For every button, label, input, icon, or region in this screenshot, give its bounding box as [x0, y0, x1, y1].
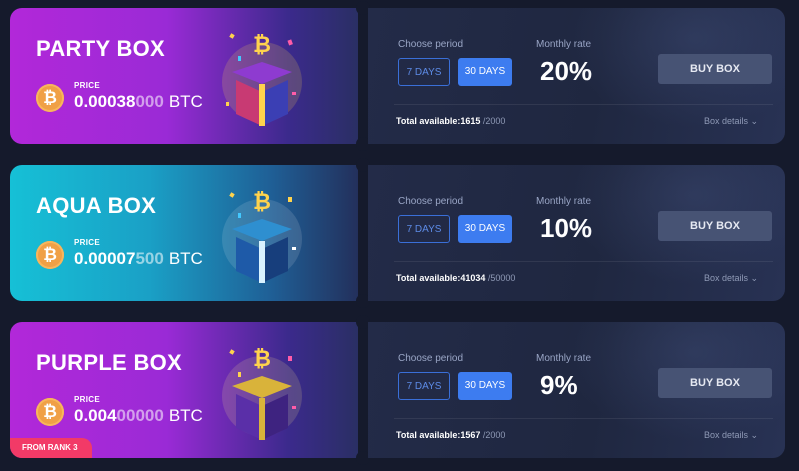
chevron-down-icon: ⌄	[750, 273, 759, 283]
period-7-days-button[interactable]: 7 DAYS	[398, 58, 450, 86]
box-price: 0.00400000 BTC	[74, 406, 203, 426]
chevron-down-icon: ⌄	[750, 430, 759, 440]
buy-box-button[interactable]: BUY BOX	[658, 211, 772, 241]
price-trailing-zeros: 00000	[116, 406, 164, 425]
box-purchase-panel: Choose period Monthly rate 7 DAYS 30 DAY…	[368, 322, 785, 458]
box-card-party: PARTY BOX ₿ PRICE 0.00038000 BTC ₿ Choose…	[10, 1, 785, 151]
party-gift-box-icon: ₿	[222, 32, 302, 126]
box-title: AQUA BOX	[36, 193, 157, 218]
available-count: 1567	[460, 430, 481, 440]
price-value: 0.00007	[74, 249, 136, 268]
available-count: 41034	[460, 273, 486, 283]
choose-period-label: Choose period	[398, 196, 464, 207]
price-currency: BTC	[168, 92, 203, 111]
total-count: /2000	[482, 116, 506, 126]
monthly-rate-value: 9%	[540, 370, 578, 400]
box-title: PARTY BOX	[36, 36, 166, 61]
period-30-days-button[interactable]: 30 DAYS	[458, 372, 512, 400]
buy-box-button[interactable]: BUY BOX	[658, 54, 772, 84]
total-available: Total available:1567 /2000	[396, 430, 505, 440]
total-available: Total available:1615 /2000	[396, 116, 505, 126]
monthly-rate-label: Monthly rate	[536, 353, 592, 364]
box-purchase-panel: Choose period Monthly rate 7 DAYS 30 DAY…	[368, 165, 785, 301]
price-currency: BTC	[168, 249, 203, 268]
box-price: 0.00038000 BTC	[74, 92, 203, 112]
bitcoin-symbol: ₿	[253, 32, 271, 57]
box-card-purple: PURPLE BOX ₿ PRICE 0.00400000 BTC ₿ FROM …	[10, 315, 785, 465]
box-details-toggle[interactable]: Box details ⌄	[704, 430, 758, 441]
bitcoin-symbol: ₿	[253, 189, 271, 214]
rank-requirement-badge: FROM RANK 3	[10, 438, 92, 458]
box-card-aqua: AQUA BOX ₿ PRICE 0.00007500 BTC ₿ Choose …	[10, 158, 785, 308]
box-details-toggle[interactable]: Box details ⌄	[704, 116, 758, 127]
box-price: 0.00007500 BTC	[74, 249, 203, 269]
price-value: 0.004	[74, 406, 117, 425]
aqua-gift-box-icon: ₿	[222, 189, 302, 283]
price-trailing-zeros: 000	[135, 92, 164, 111]
total-available-label: Total available:	[396, 430, 461, 440]
available-count: 1615	[460, 116, 481, 126]
total-available: Total available:41034 /50000	[396, 273, 515, 283]
period-30-days-button[interactable]: 30 DAYS	[458, 58, 512, 86]
box-title: PURPLE BOX	[36, 350, 183, 375]
divider	[394, 261, 773, 262]
box-banner: PARTY BOX ₿ PRICE 0.00038000 BTC ₿	[10, 8, 358, 144]
choose-period-label: Choose period	[398, 353, 464, 364]
box-details-label: Box details	[704, 430, 749, 440]
monthly-rate-label: Monthly rate	[536, 196, 592, 207]
price-currency: BTC	[168, 406, 203, 425]
price-trailing-zeros: 500	[135, 249, 164, 268]
box-details-label: Box details	[704, 116, 749, 126]
price-label: PRICE	[74, 238, 100, 247]
total-available-label: Total available:	[396, 116, 461, 126]
bitcoin-coin-icon: ₿	[36, 241, 64, 269]
price-label: PRICE	[74, 395, 100, 404]
bitcoin-coin-icon: ₿	[36, 84, 64, 112]
box-details-toggle[interactable]: Box details ⌄	[704, 273, 758, 284]
buy-box-button[interactable]: BUY BOX	[658, 368, 772, 398]
divider	[394, 418, 773, 419]
monthly-rate-value: 10%	[540, 213, 593, 243]
purple-gift-box-icon: ₿	[222, 346, 302, 440]
period-7-days-button[interactable]: 7 DAYS	[398, 372, 450, 400]
price-value: 0.00038	[74, 92, 136, 111]
price-label: PRICE	[74, 81, 100, 90]
total-count: /2000	[482, 430, 506, 440]
ticket-separator	[356, 158, 370, 308]
ticket-separator	[356, 315, 370, 465]
total-count: /50000	[487, 273, 516, 283]
ticket-separator	[356, 1, 370, 151]
box-banner: AQUA BOX ₿ PRICE 0.00007500 BTC ₿	[10, 165, 358, 301]
total-available-label: Total available:	[396, 273, 461, 283]
divider	[394, 104, 773, 105]
choose-period-label: Choose period	[398, 39, 464, 50]
box-purchase-panel: Choose period Monthly rate 7 DAYS 30 DAY…	[368, 8, 785, 144]
chevron-down-icon: ⌄	[750, 116, 759, 126]
period-30-days-button[interactable]: 30 DAYS	[458, 215, 512, 243]
box-banner: PURPLE BOX ₿ PRICE 0.00400000 BTC ₿ FROM …	[10, 322, 358, 458]
monthly-rate-label: Monthly rate	[536, 39, 592, 50]
bitcoin-coin-icon: ₿	[36, 398, 64, 426]
monthly-rate-value: 20%	[540, 56, 593, 86]
bitcoin-symbol: ₿	[253, 346, 271, 371]
period-7-days-button[interactable]: 7 DAYS	[398, 215, 450, 243]
box-details-label: Box details	[704, 273, 749, 283]
